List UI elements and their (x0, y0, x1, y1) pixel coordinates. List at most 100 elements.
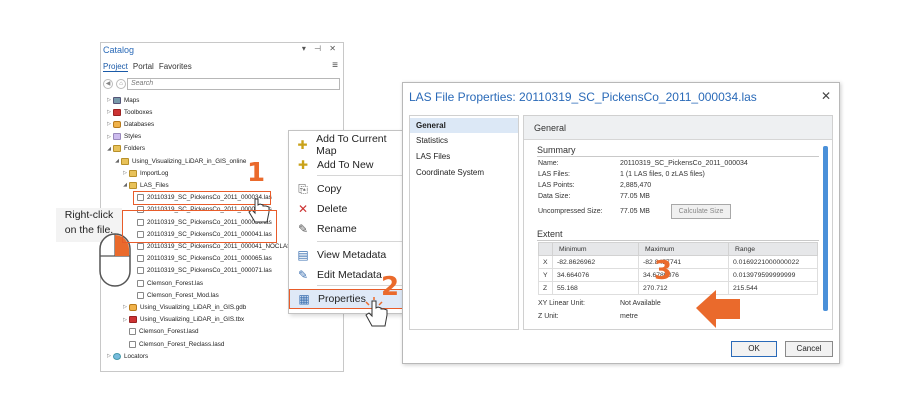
dialog-nav: General Statistics LAS Files Coordinate … (409, 115, 519, 330)
dialog-content: General Summary Name: 20110319_SC_Picken… (523, 115, 833, 330)
menu-item-label: Rename (317, 223, 357, 235)
close-icon[interactable]: ✕ (821, 89, 831, 103)
tree-item[interactable]: ▷ Locators (105, 350, 148, 362)
file-icon (137, 242, 144, 250)
pane-controls[interactable]: ▾ ⊣ ✕ (302, 44, 339, 53)
catalog-tabs: Project Portal Favorites (103, 62, 192, 72)
menu-item-view-metadata[interactable]: ▤ View Metadata (289, 245, 405, 265)
nav-las-files[interactable]: LAS Files (410, 149, 518, 164)
file-icon (137, 279, 144, 287)
screenshot-stage: Catalog ▾ ⊣ ✕ Project Portal Favorites ≡… (0, 0, 900, 417)
hand-cursor-icon (365, 297, 388, 327)
menu-item-label: Edit Metadata (317, 269, 382, 281)
table-cell: 34.6780076 (638, 268, 729, 282)
tree-item-label: 20110319_SC_PickensCo_2011_000071.las (147, 267, 272, 275)
tree-item-label: Clemson_Forest_Mod.las (147, 291, 219, 299)
tree-item-label: Toolboxes (124, 108, 153, 116)
tree-item-label: ImportLog (140, 169, 169, 177)
nav-general[interactable]: General (410, 118, 518, 133)
search-input[interactable]: Search (127, 78, 340, 90)
tool-icon (129, 316, 137, 324)
tree-item-label: Clemson_Forest.lasd (139, 328, 199, 336)
menu-item-rename[interactable]: ✎ Rename (289, 219, 405, 239)
folder-icon (121, 157, 129, 165)
extent-table: Minimum Maximum Range X -82.8626962 -82.… (538, 242, 818, 295)
menu-item-delete[interactable]: ✕ Delete (289, 199, 405, 219)
tree-item[interactable]: ▷ Toolboxes (105, 106, 152, 118)
tool-icon (113, 108, 121, 116)
table-cell: -82.8457741 (638, 255, 729, 269)
expand-toggle-icon[interactable]: ▷ (105, 134, 113, 140)
back-icon[interactable]: ◀ (103, 79, 113, 89)
menu-item-label: Copy (317, 183, 342, 195)
properties-icon: ▦ (298, 292, 310, 306)
tree-item-label: 20110319_SC_PickensCo_2011_000065.las (147, 255, 272, 263)
tab-portal[interactable]: Portal (133, 62, 154, 72)
menu-item-add-to-current-map[interactable]: ✚ Add To Current Map (289, 133, 405, 157)
table-cell: Z (538, 281, 553, 295)
catalog-title: Catalog (103, 45, 135, 55)
nav-coordinate-system[interactable]: Coordinate System (410, 165, 518, 180)
folder-icon (129, 169, 137, 177)
menu-separator (317, 241, 405, 242)
tree-item[interactable]: ▷ Databases (105, 118, 154, 130)
tree-item[interactable]: ▷ Maps (105, 94, 139, 106)
tree-item[interactable]: ▷ Using_Visualizing_LiDAR_in_GIS.tbx (121, 314, 244, 326)
tree-item-label: Styles (124, 133, 142, 141)
tree-item[interactable]: 20110319_SC_PickensCo_2011_000065.las (129, 253, 272, 265)
calculate-size-button[interactable]: Calculate Size (671, 204, 731, 219)
expand-toggle-icon[interactable]: ▷ (105, 97, 113, 103)
expand-toggle-icon[interactable]: ◢ (113, 158, 121, 164)
tree-item[interactable]: ▷ ImportLog (121, 167, 168, 179)
tree-item[interactable]: ▷ Using_Visualizing_LiDAR_in_GIS.gdb (121, 301, 246, 313)
tree-item-label: Locators (124, 352, 149, 360)
tree-item[interactable]: ▷ Styles (105, 131, 141, 143)
menu-item-copy[interactable]: ⎘ Copy (289, 179, 405, 199)
file-icon (137, 267, 144, 275)
expand-toggle-icon[interactable]: ▷ (121, 317, 129, 323)
menu-item-add-to-new[interactable]: ✚ Add To New (289, 155, 405, 175)
expand-toggle-icon[interactable]: ◢ (121, 182, 129, 188)
db-icon (129, 303, 137, 311)
menu-separator (317, 175, 405, 176)
expand-toggle-icon[interactable]: ◢ (105, 146, 113, 152)
tree-item-label: Using_Visualizing_LiDAR_in_GIS.gdb (140, 303, 247, 311)
las-file-properties-dialog: LAS File Properties: 20110319_SC_Pickens… (402, 82, 840, 364)
ok-button[interactable]: OK (731, 341, 777, 357)
rename-icon: ✎ (297, 222, 309, 236)
nav-statistics[interactable]: Statistics (410, 133, 518, 148)
expand-toggle-icon[interactable]: ▷ (105, 121, 113, 127)
table-cell: 55.168 (552, 281, 639, 295)
column-header: Maximum (638, 242, 729, 256)
tree-item-label: Maps (124, 96, 140, 104)
home-icon[interactable]: ⌂ (116, 79, 126, 89)
db-icon (113, 120, 121, 128)
dialog-title: LAS File Properties: 20110319_SC_Pickens… (409, 90, 757, 104)
table-row: Y 34.664076 34.6780076 0.013979599999999 (538, 268, 818, 282)
tree-item[interactable]: ◢ Folders (105, 143, 145, 155)
units-highlight (122, 210, 277, 243)
expand-toggle-icon[interactable]: ▷ (105, 353, 113, 359)
add-new-icon: ✚ (297, 158, 309, 172)
tree-item[interactable]: Clemson_Forest.las (129, 277, 203, 289)
expand-toggle-icon[interactable]: ▷ (121, 304, 129, 310)
file-icon (129, 340, 136, 348)
tree-item[interactable]: Clemson_Forest.lasd (121, 326, 199, 338)
tree-item[interactable]: Clemson_Forest_Reclass.lasd (121, 338, 224, 350)
expand-toggle-icon[interactable]: ▷ (121, 170, 129, 176)
menu-item-label: Delete (317, 203, 348, 215)
scrollbar[interactable] (823, 146, 828, 311)
expand-toggle-icon[interactable]: ▷ (105, 109, 113, 115)
tree-item[interactable]: ◢ LAS_Files (121, 179, 169, 191)
tree-item[interactable]: ◢ Using_Visualizing_LiDAR_in_GIS_online (113, 155, 246, 167)
divider (537, 156, 819, 157)
hamburger-icon[interactable]: ≡ (332, 60, 338, 71)
tree-item[interactable]: 20110319_SC_PickensCo_2011_000071.las (129, 265, 272, 277)
tab-favorites[interactable]: Favorites (159, 62, 192, 72)
cancel-button[interactable]: Cancel (785, 341, 833, 357)
tab-project[interactable]: Project (103, 62, 128, 72)
xy-unit-key: XY Linear Unit: (538, 300, 585, 307)
step-1-label: 1 (247, 158, 266, 188)
tree-item[interactable]: Clemson_Forest_Mod.las (129, 289, 219, 301)
copy-icon: ⎘ (298, 181, 308, 196)
